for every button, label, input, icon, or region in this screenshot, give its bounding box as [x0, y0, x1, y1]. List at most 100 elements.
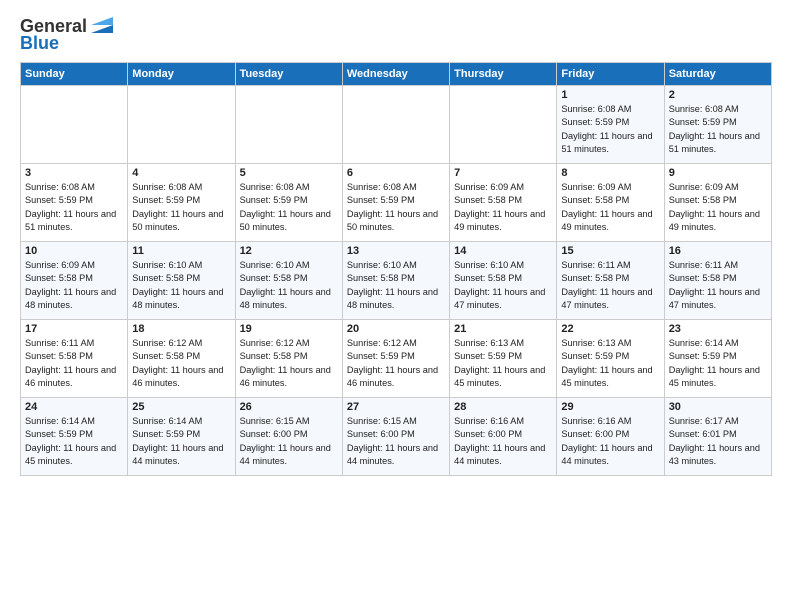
header: General Blue — [20, 16, 772, 54]
calendar-cell: 13Sunrise: 6:10 AMSunset: 5:58 PMDayligh… — [342, 242, 449, 320]
weekday-header-tuesday: Tuesday — [235, 63, 342, 86]
day-number: 10 — [25, 245, 123, 257]
cell-info: Sunrise: 6:11 AMSunset: 5:58 PMDaylight:… — [561, 260, 652, 310]
calendar-cell: 15Sunrise: 6:11 AMSunset: 5:58 PMDayligh… — [557, 242, 664, 320]
cell-info: Sunrise: 6:09 AMSunset: 5:58 PMDaylight:… — [669, 182, 760, 232]
day-number: 23 — [669, 323, 767, 335]
day-number: 24 — [25, 401, 123, 413]
calendar-cell: 25 Sunrise: 6:14 AMSunset: 5:59 PMDayligh… — [128, 398, 235, 476]
calendar-cell: 19 Sunrise: 6:12 AMSunset: 5:58 PMDayligh… — [235, 320, 342, 398]
cell-info: Sunrise: 6:08 AMSunset: 5:59 PMDaylight:… — [561, 104, 652, 154]
weekday-header-friday: Friday — [557, 63, 664, 86]
calendar-week-5: 24 Sunrise: 6:14 AMSunset: 5:59 PMDayligh… — [21, 398, 772, 476]
cell-info: Sunrise: 6:12 AMSunset: 5:58 PMDaylight:… — [240, 338, 331, 388]
calendar-cell: 9Sunrise: 6:09 AMSunset: 5:58 PMDaylight… — [664, 164, 771, 242]
cell-info: Sunrise: 6:10 AMSunset: 5:58 PMDaylight:… — [132, 260, 223, 310]
calendar-cell: 28 Sunrise: 6:16 AMSunset: 6:00 PMDayligh… — [450, 398, 557, 476]
day-number: 16 — [669, 245, 767, 257]
day-number: 20 — [347, 323, 445, 335]
day-number: 1 — [561, 89, 659, 101]
logo: General Blue — [20, 16, 113, 54]
page: General Blue SundayMondayTuesdayWednesda… — [0, 0, 792, 486]
day-number: 28 — [454, 401, 552, 413]
weekday-header-wednesday: Wednesday — [342, 63, 449, 86]
calendar-cell — [450, 86, 557, 164]
calendar-cell: 11 Sunrise: 6:10 AMSunset: 5:58 PMDayligh… — [128, 242, 235, 320]
calendar-cell: 26 Sunrise: 6:15 AMSunset: 6:00 PMDayligh… — [235, 398, 342, 476]
calendar-week-4: 17Sunrise: 6:11 AMSunset: 5:58 PMDayligh… — [21, 320, 772, 398]
day-number: 30 — [669, 401, 767, 413]
cell-info: Sunrise: 6:11 AMSunset: 5:58 PMDaylight:… — [669, 260, 760, 310]
cell-info: Sunrise: 6:09 AMSunset: 5:58 PMDaylight:… — [454, 182, 545, 232]
day-number: 26 — [240, 401, 338, 413]
calendar-cell: 18 Sunrise: 6:12 AMSunset: 5:58 PMDayligh… — [128, 320, 235, 398]
cell-info: Sunrise: 6:16 AMSunset: 6:00 PMDaylight:… — [454, 416, 545, 466]
calendar-cell: 6 Sunrise: 6:08 AMSunset: 5:59 PMDaylight… — [342, 164, 449, 242]
cell-info: Sunrise: 6:12 AMSunset: 5:59 PMDaylight:… — [347, 338, 438, 388]
cell-info: Sunrise: 6:14 AMSunset: 5:59 PMDaylight:… — [669, 338, 760, 388]
calendar-cell: 8Sunrise: 6:09 AMSunset: 5:58 PMDaylight… — [557, 164, 664, 242]
calendar-cell: 20 Sunrise: 6:12 AMSunset: 5:59 PMDayligh… — [342, 320, 449, 398]
day-number: 17 — [25, 323, 123, 335]
calendar-cell: 14 Sunrise: 6:10 AMSunset: 5:58 PMDayligh… — [450, 242, 557, 320]
day-number: 13 — [347, 245, 445, 257]
weekday-header-thursday: Thursday — [450, 63, 557, 86]
calendar-cell: 7 Sunrise: 6:09 AMSunset: 5:58 PMDaylight… — [450, 164, 557, 242]
cell-info: Sunrise: 6:14 AMSunset: 5:59 PMDaylight:… — [25, 416, 116, 466]
calendar-cell — [21, 86, 128, 164]
calendar-cell: 30 Sunrise: 6:17 AMSunset: 6:01 PMDayligh… — [664, 398, 771, 476]
calendar-cell: 5 Sunrise: 6:08 AMSunset: 5:59 PMDaylight… — [235, 164, 342, 242]
day-number: 18 — [132, 323, 230, 335]
cell-info: Sunrise: 6:12 AMSunset: 5:58 PMDaylight:… — [132, 338, 223, 388]
cell-info: Sunrise: 6:13 AMSunset: 5:59 PMDaylight:… — [561, 338, 652, 388]
calendar-cell: 3 Sunrise: 6:08 AMSunset: 5:59 PMDaylight… — [21, 164, 128, 242]
day-number: 19 — [240, 323, 338, 335]
day-number: 29 — [561, 401, 659, 413]
calendar-cell: 21Sunrise: 6:13 AMSunset: 5:59 PMDayligh… — [450, 320, 557, 398]
weekday-header-saturday: Saturday — [664, 63, 771, 86]
cell-info: Sunrise: 6:08 AMSunset: 5:59 PMDaylight:… — [132, 182, 223, 232]
weekday-header-sunday: Sunday — [21, 63, 128, 86]
calendar-cell: 29Sunrise: 6:16 AMSunset: 6:00 PMDayligh… — [557, 398, 664, 476]
calendar-cell — [342, 86, 449, 164]
calendar-header-row: SundayMondayTuesdayWednesdayThursdayFrid… — [21, 63, 772, 86]
cell-info: Sunrise: 6:08 AMSunset: 5:59 PMDaylight:… — [347, 182, 438, 232]
day-number: 27 — [347, 401, 445, 413]
calendar-week-3: 10Sunrise: 6:09 AMSunset: 5:58 PMDayligh… — [21, 242, 772, 320]
calendar-cell: 22 Sunrise: 6:13 AMSunset: 5:59 PMDayligh… — [557, 320, 664, 398]
calendar-cell: 4 Sunrise: 6:08 AMSunset: 5:59 PMDaylight… — [128, 164, 235, 242]
cell-info: Sunrise: 6:15 AMSunset: 6:00 PMDaylight:… — [240, 416, 331, 466]
cell-info: Sunrise: 6:14 AMSunset: 5:59 PMDaylight:… — [132, 416, 223, 466]
cell-info: Sunrise: 6:10 AMSunset: 5:58 PMDaylight:… — [240, 260, 331, 310]
calendar-cell: 27 Sunrise: 6:15 AMSunset: 6:00 PMDayligh… — [342, 398, 449, 476]
calendar-cell — [235, 86, 342, 164]
day-number: 25 — [132, 401, 230, 413]
cell-info: Sunrise: 6:08 AMSunset: 5:59 PMDaylight:… — [25, 182, 116, 232]
cell-info: Sunrise: 6:10 AMSunset: 5:58 PMDaylight:… — [454, 260, 545, 310]
day-number: 14 — [454, 245, 552, 257]
calendar-week-1: 1 Sunrise: 6:08 AMSunset: 5:59 PMDaylight… — [21, 86, 772, 164]
day-number: 7 — [454, 167, 552, 179]
calendar-cell: 16 Sunrise: 6:11 AMSunset: 5:58 PMDayligh… — [664, 242, 771, 320]
weekday-header-monday: Monday — [128, 63, 235, 86]
day-number: 3 — [25, 167, 123, 179]
cell-info: Sunrise: 6:08 AMSunset: 5:59 PMDaylight:… — [240, 182, 331, 232]
day-number: 22 — [561, 323, 659, 335]
logo-blue-text: Blue — [20, 33, 59, 54]
calendar-week-2: 3 Sunrise: 6:08 AMSunset: 5:59 PMDaylight… — [21, 164, 772, 242]
day-number: 12 — [240, 245, 338, 257]
cell-info: Sunrise: 6:15 AMSunset: 6:00 PMDaylight:… — [347, 416, 438, 466]
day-number: 21 — [454, 323, 552, 335]
cell-info: Sunrise: 6:08 AMSunset: 5:59 PMDaylight:… — [669, 104, 760, 154]
day-number: 5 — [240, 167, 338, 179]
day-number: 2 — [669, 89, 767, 101]
calendar-cell — [128, 86, 235, 164]
day-number: 8 — [561, 167, 659, 179]
calendar-cell: 24 Sunrise: 6:14 AMSunset: 5:59 PMDayligh… — [21, 398, 128, 476]
cell-info: Sunrise: 6:17 AMSunset: 6:01 PMDaylight:… — [669, 416, 760, 466]
day-number: 4 — [132, 167, 230, 179]
day-number: 11 — [132, 245, 230, 257]
day-number: 6 — [347, 167, 445, 179]
calendar-cell: 2 Sunrise: 6:08 AMSunset: 5:59 PMDaylight… — [664, 86, 771, 164]
calendar-cell: 1 Sunrise: 6:08 AMSunset: 5:59 PMDaylight… — [557, 86, 664, 164]
